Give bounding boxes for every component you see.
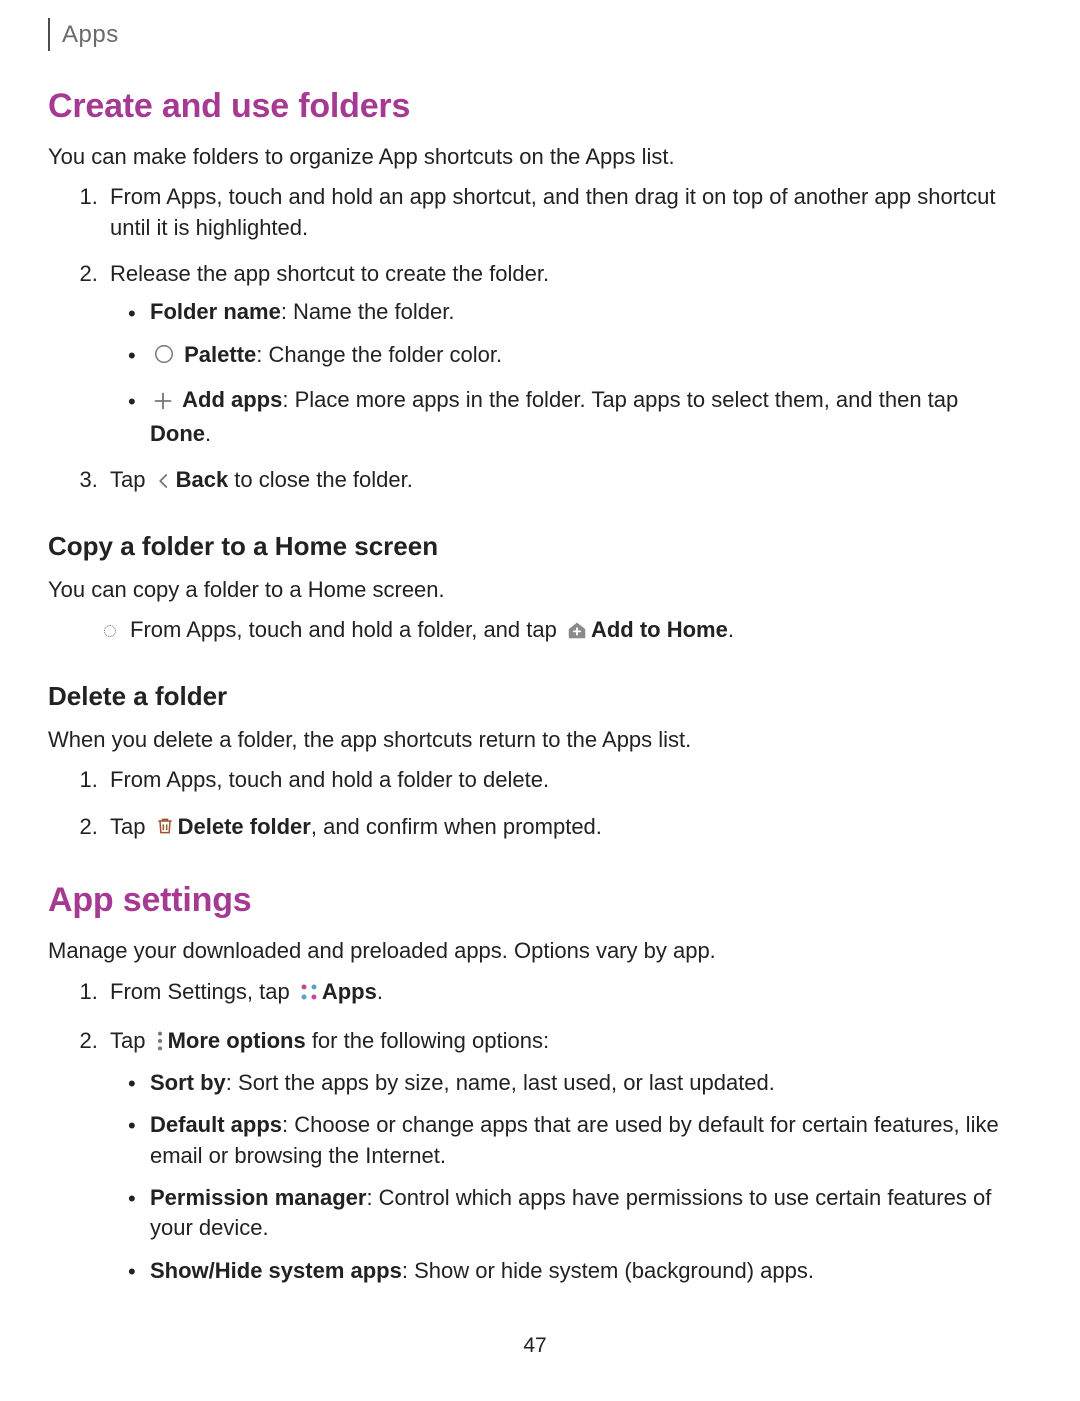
text: .	[205, 421, 211, 446]
label-add-apps: Add apps	[182, 387, 282, 412]
text: to close the folder.	[228, 467, 413, 492]
label-sort-by: Sort by	[150, 1070, 226, 1095]
heading-delete-folder: Delete a folder	[48, 679, 1022, 715]
steps-app-settings: From Settings, tap Apps. Tap More option…	[104, 977, 1022, 1286]
label-more-options: More options	[168, 1028, 306, 1053]
page-number: 47	[48, 1332, 1022, 1361]
label-apps: Apps	[322, 979, 377, 1004]
more-options-icon	[155, 1030, 165, 1060]
step: Tap Delete folder, and confirm when prom…	[104, 812, 1022, 846]
text: : Place more apps in the folder. Tap app…	[282, 387, 958, 412]
trash-icon	[155, 815, 175, 845]
bullet: From Apps, touch and hold a folder, and …	[104, 615, 1022, 649]
label-default-apps: Default apps	[150, 1112, 282, 1137]
label-back: Back	[176, 467, 229, 492]
label-done: Done	[150, 421, 205, 446]
text: .	[377, 979, 383, 1004]
text: : Change the folder color.	[256, 342, 502, 367]
bullet: Show/Hide system apps: Show or hide syst…	[128, 1256, 1022, 1286]
plus-icon	[153, 389, 173, 419]
heading-copy-folder: Copy a folder to a Home screen	[48, 529, 1022, 565]
label-palette: Palette	[184, 342, 256, 367]
step: Tap More options for the following optio…	[104, 1026, 1022, 1286]
paragraph-app-settings: Manage your downloaded and preloaded app…	[48, 936, 1022, 966]
page-header: Apps	[48, 18, 1022, 51]
home-plus-icon	[566, 619, 588, 649]
text: Tap	[110, 467, 152, 492]
label-delete-folder: Delete folder	[178, 814, 311, 839]
text: Tap	[110, 1028, 152, 1053]
text: .	[728, 617, 734, 642]
header-section-label: Apps	[62, 21, 119, 48]
bullet: Permission manager: Control which apps h…	[128, 1183, 1022, 1244]
text: From Apps, touch and hold a folder, and …	[130, 617, 563, 642]
step: From Apps, touch and hold an app shortcu…	[104, 182, 1022, 243]
step: From Apps, touch and hold a folder to de…	[104, 765, 1022, 795]
paragraph-copy-folder: You can copy a folder to a Home screen.	[48, 575, 1022, 605]
sub-bullets: Folder name: Name the folder. Palette: C…	[128, 297, 1022, 449]
text: : Sort the apps by size, name, last used…	[226, 1070, 775, 1095]
step-text: Release the app shortcut to create the f…	[110, 261, 549, 286]
step: Release the app shortcut to create the f…	[104, 259, 1022, 449]
paragraph-delete-folder: When you delete a folder, the app shortc…	[48, 725, 1022, 755]
text: Tap	[110, 814, 152, 839]
text: : Show or hide system (background) apps.	[402, 1258, 814, 1283]
bullet: Add apps: Place more apps in the folder.…	[128, 385, 1022, 449]
step: From Settings, tap Apps.	[104, 977, 1022, 1011]
text: for the following options:	[306, 1028, 549, 1053]
text: , and confirm when prompted.	[311, 814, 602, 839]
bullet: Default apps: Choose or change apps that…	[128, 1110, 1022, 1171]
text: From Settings, tap	[110, 979, 296, 1004]
label-add-to-home: Add to Home	[591, 617, 728, 642]
apps-grid-icon	[299, 980, 319, 1010]
label-show-hide-system: Show/Hide system apps	[150, 1258, 402, 1283]
chevron-left-icon	[155, 469, 173, 499]
paragraph-folders-intro: You can make folders to organize App sho…	[48, 142, 1022, 172]
steps-delete-folder: From Apps, touch and hold a folder to de…	[104, 765, 1022, 845]
palette-icon	[153, 343, 175, 373]
step: Tap Back to close the folder.	[104, 465, 1022, 499]
label-permission-manager: Permission manager	[150, 1185, 366, 1210]
bullet: Folder name: Name the folder.	[128, 297, 1022, 327]
heading-create-folders: Create and use folders	[48, 83, 1022, 130]
bullet: Palette: Change the folder color.	[128, 340, 1022, 374]
hollow-bullet-list: From Apps, touch and hold a folder, and …	[104, 615, 1022, 649]
steps-create-folders: From Apps, touch and hold an app shortcu…	[104, 182, 1022, 499]
label-folder-name: Folder name	[150, 299, 281, 324]
bullet: Sort by: Sort the apps by size, name, la…	[128, 1068, 1022, 1098]
heading-app-settings: App settings	[48, 877, 1022, 924]
more-options-bullets: Sort by: Sort the apps by size, name, la…	[128, 1068, 1022, 1286]
text: : Name the folder.	[281, 299, 455, 324]
